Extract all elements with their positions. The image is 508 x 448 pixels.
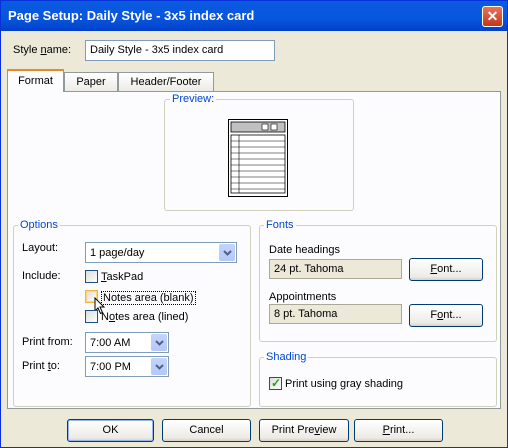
format-tab-panel: Preview: Options Layout: 1 page/day Incl…: [7, 91, 501, 409]
print-to-value: 7:00 PM: [90, 361, 131, 373]
date-headings-font-field: 24 pt. Tahoma: [269, 259, 402, 279]
layout-label: Layout:: [22, 242, 59, 254]
taskpad-label: TaskPad: [101, 271, 144, 283]
date-headings-label: Date headings: [269, 244, 340, 256]
notes-lined-label: Notes area (lined): [101, 311, 189, 323]
style-name-input[interactable]: Daily Style - 3x5 index card: [85, 40, 275, 61]
print-button[interactable]: Print...: [354, 419, 443, 442]
page-setup-dialog: Page Setup: Daily Style - 3x5 index card…: [0, 0, 508, 448]
cancel-button[interactable]: Cancel: [162, 419, 251, 442]
dropdown-arrow-icon: [151, 358, 167, 375]
close-button[interactable]: ✕: [482, 6, 503, 27]
tab-format[interactable]: Format: [7, 69, 64, 92]
dropdown-arrow-icon: [151, 334, 167, 351]
print-to-label: Print to:: [22, 360, 60, 372]
print-from-select[interactable]: 7:00 AM: [85, 332, 169, 353]
print-from-value: 7:00 AM: [90, 337, 131, 349]
include-label: Include:: [22, 270, 61, 282]
notes-blank-label: Notes area (blank): [101, 291, 196, 305]
print-preview-button[interactable]: Print Preview: [259, 419, 349, 442]
shading-label: Shading: [264, 351, 309, 363]
taskpad-checkbox[interactable]: [85, 270, 98, 283]
appointments-label: Appointments: [269, 291, 337, 303]
window-title: Page Setup: Daily Style - 3x5 index card: [8, 8, 255, 23]
appointments-font-button[interactable]: Font...: [409, 304, 483, 327]
gray-shading-checkbox[interactable]: ✓: [269, 376, 282, 390]
preview-label: Preview:: [170, 93, 217, 105]
fonts-label: Fonts: [264, 219, 296, 231]
layout-value: 1 page/day: [90, 247, 145, 259]
ok-button[interactable]: OK: [67, 419, 154, 442]
page-preview-icon: [228, 119, 288, 197]
date-headings-font-button[interactable]: Font...: [409, 258, 483, 281]
print-from-label: Print from:: [22, 336, 73, 348]
gray-shading-label: Print using gray shading: [285, 378, 404, 390]
print-to-select[interactable]: 7:00 PM: [85, 356, 169, 377]
title-bar[interactable]: Page Setup: Daily Style - 3x5 index card…: [1, 1, 507, 31]
checkmark-icon: ✓: [271, 376, 282, 390]
options-label: Options: [18, 219, 60, 231]
layout-select[interactable]: 1 page/day: [85, 242, 237, 263]
tab-paper[interactable]: Paper: [64, 72, 118, 91]
dropdown-arrow-icon: [219, 244, 235, 261]
preview-group: Preview:: [164, 93, 354, 211]
close-icon: ✕: [486, 8, 499, 24]
appointments-font-field: 8 pt. Tahoma: [269, 304, 402, 324]
style-name-label: Style name:: [13, 44, 72, 56]
notes-lined-checkbox[interactable]: [85, 310, 98, 323]
tab-header-footer[interactable]: Header/Footer: [118, 72, 214, 91]
